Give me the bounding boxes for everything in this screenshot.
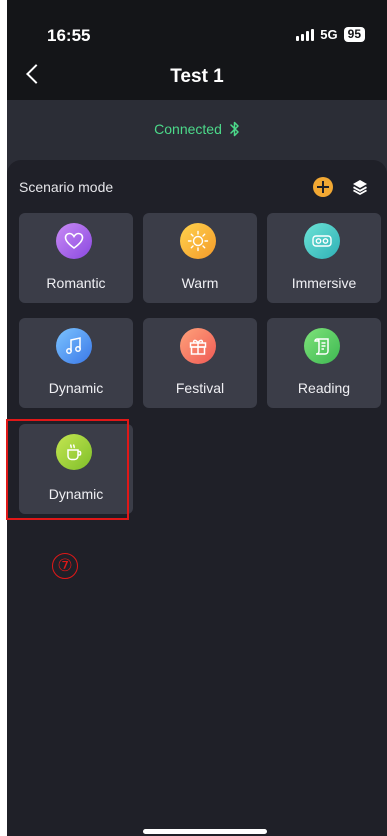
gift-icon — [180, 328, 216, 364]
scene-card-warm[interactable]: Warm — [143, 213, 257, 303]
highlight-box — [6, 419, 129, 520]
vr-glasses-icon — [304, 223, 340, 259]
battery-icon: 95 — [343, 27, 365, 42]
phone-screen: 16:55 5G 95 Test 1 Connected Scenario mo… — [7, 0, 387, 836]
heart-icon — [56, 223, 92, 259]
page-title: Test 1 — [170, 66, 224, 87]
sun-icon — [180, 223, 216, 259]
connection-status: Connected — [7, 120, 387, 138]
status-indicators: 5G 95 — [296, 27, 365, 42]
scene-card-immersive[interactable]: Immersive — [267, 213, 381, 303]
scene-card-label: Festival — [175, 380, 225, 396]
annotation-marker: ⑦ — [52, 553, 78, 579]
scenario-mode-label: Scenario mode — [19, 179, 114, 195]
scene-card-label: Romantic — [46, 275, 106, 291]
signal-icon — [296, 28, 315, 41]
scene-card-festival[interactable]: Festival — [143, 318, 257, 408]
scene-card-label: Immersive — [291, 275, 357, 291]
music-note-icon — [56, 328, 92, 364]
home-indicator[interactable] — [143, 829, 267, 834]
scene-card-reading[interactable]: Reading — [267, 318, 381, 408]
scene-card-dynamic[interactable]: Dynamic — [19, 318, 133, 408]
layers-icon[interactable] — [351, 178, 369, 196]
connection-status-text: Connected — [154, 121, 222, 137]
scene-card-label: Warm — [181, 275, 219, 291]
status-time: 16:55 — [47, 26, 91, 45]
top-bar: 16:55 5G 95 Test 1 — [7, 0, 387, 100]
network-type: 5G — [320, 27, 338, 42]
scene-card-romantic[interactable]: Romantic — [19, 213, 133, 303]
bluetooth-icon — [230, 121, 239, 137]
scene-card-label: Reading — [297, 380, 351, 396]
add-icon[interactable] — [313, 177, 333, 197]
scene-card-label: Dynamic — [48, 380, 104, 396]
scroll-icon — [304, 328, 340, 364]
